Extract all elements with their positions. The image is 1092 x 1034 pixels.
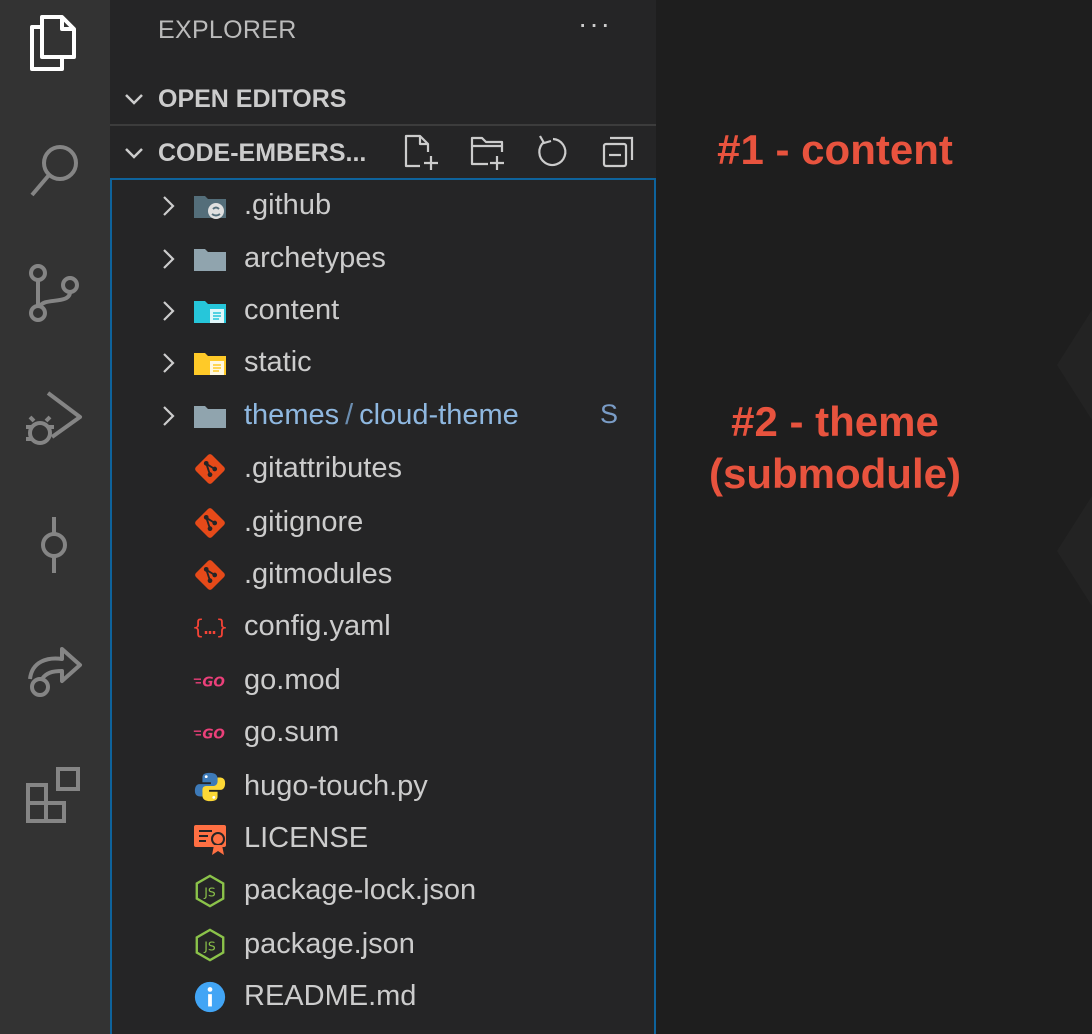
tree-item-label: hugo-touch.py [244, 770, 428, 802]
path-separator: / [345, 399, 354, 431]
collapse-all-icon[interactable] [600, 130, 638, 174]
activity-bar [0, 0, 110, 1034]
tree-item-hugo-touch-py[interactable]: hugo-touch.py [112, 761, 654, 813]
tree-item-config-yaml[interactable]: {…} config.yaml [112, 601, 654, 653]
tree-item-label: go.sum [244, 716, 340, 748]
run-debug-icon[interactable] [19, 384, 89, 454]
tree-item-package-json[interactable]: JS package.json [112, 919, 654, 971]
nodejs-icon: JS [192, 927, 228, 963]
tree-item-gitattributes[interactable]: .gitattributes [112, 443, 654, 495]
tree-item-label: LICENSE [244, 822, 369, 854]
tree-item-label: .gitignore [244, 506, 364, 538]
static-folder-icon [192, 345, 228, 381]
svg-text:GO: GO [202, 674, 225, 690]
open-editors-label: OPEN EDITORS [158, 84, 347, 113]
tree-item-gitmodules[interactable]: .gitmodules [112, 549, 654, 601]
submodule-badge: S [599, 399, 618, 429]
tree-item-label: package.json [244, 928, 415, 960]
new-folder-icon[interactable] [468, 130, 506, 174]
annotation-theme-line2: (submodule) [709, 450, 961, 497]
svg-text:JS: JS [203, 940, 216, 954]
chevron-right-icon [163, 249, 175, 269]
annotation-theme-line1: #2 - theme [731, 398, 939, 445]
annotation-content: #1 - content [717, 126, 953, 173]
license-icon [192, 821, 228, 857]
folder-icon [192, 398, 228, 434]
section-divider [110, 124, 656, 126]
nodejs-icon: JS [192, 873, 228, 909]
chevron-down-icon [110, 86, 158, 112]
tree-item-label: archetypes [244, 242, 386, 274]
svg-text:GO: GO [202, 726, 225, 742]
tree-item-label: go.mod [244, 664, 341, 696]
search-icon[interactable] [19, 134, 89, 204]
more-actions-button[interactable]: ··· [578, 8, 612, 40]
yaml-braces-icon: {…} [192, 609, 228, 645]
open-editors-header[interactable]: OPEN EDITORS [110, 74, 656, 124]
folder-icon [192, 241, 228, 277]
svg-text:JS: JS [203, 886, 216, 900]
path-part-cloud-theme: cloud-theme [359, 399, 519, 431]
tree-item-license[interactable]: LICENSE [112, 813, 654, 865]
go-icon: GO [192, 663, 228, 699]
tree-item-archetypes-folder[interactable]: archetypes [112, 233, 654, 285]
tree-item-label: config.yaml [244, 610, 391, 642]
tree-item-go-mod[interactable]: GO go.mod [112, 655, 654, 707]
python-icon [192, 769, 228, 805]
tree-item-label: .gitmodules [244, 558, 393, 590]
file-tree: .github archetypes content static themes… [110, 178, 656, 1034]
tree-item-github-folder[interactable]: .github [112, 180, 654, 232]
explorer-sidebar: EXPLORER ··· OPEN EDITORS CODE-EMBERS... [110, 0, 656, 1034]
tree-item-label: .gitattributes [244, 452, 402, 484]
tree-item-label: themes / cloud-theme [244, 399, 519, 432]
git-icon [192, 557, 228, 593]
tree-item-content-folder[interactable]: content [112, 285, 654, 337]
tree-item-go-sum[interactable]: GO go.sum [112, 707, 654, 759]
chevron-down-icon [110, 140, 158, 166]
background-chevron-icon [1057, 310, 1092, 420]
tree-item-gitignore[interactable]: .gitignore [112, 497, 654, 549]
folder-label: CODE-EMBERS... [158, 138, 367, 167]
explorer-title: EXPLORER [158, 16, 297, 44]
git-icon [192, 505, 228, 541]
extensions-icon[interactable] [19, 760, 89, 830]
tree-item-static-folder[interactable]: static [112, 337, 654, 389]
chevron-right-icon [163, 196, 175, 216]
chevron-right-icon [163, 353, 175, 373]
svg-text:{…}: {…} [192, 615, 228, 639]
source-control-icon[interactable] [19, 258, 89, 328]
folder-actions [402, 130, 638, 174]
tree-item-label: content [244, 294, 340, 326]
new-file-icon[interactable] [402, 130, 440, 174]
content-folder-icon [192, 293, 228, 329]
tree-item-label: package-lock.json [244, 874, 477, 906]
path-part-themes: themes [244, 399, 340, 431]
tree-item-package-lock-json[interactable]: JS package-lock.json [112, 865, 654, 917]
explorer-files-icon[interactable] [19, 8, 89, 78]
live-share-icon[interactable] [19, 636, 89, 706]
chevron-right-icon [163, 301, 175, 321]
info-icon [192, 979, 228, 1015]
refresh-icon[interactable] [534, 130, 572, 174]
timeline-commit-icon[interactable] [19, 510, 89, 580]
git-icon [192, 451, 228, 487]
go-icon: GO [192, 715, 228, 751]
chevron-right-icon [163, 406, 175, 426]
tree-item-label: README.md [244, 980, 417, 1012]
github-folder-icon [192, 188, 228, 224]
tree-item-readme-md[interactable]: README.md [112, 971, 654, 1023]
tree-item-label: .github [244, 189, 332, 221]
background-chevron-icon [1057, 496, 1092, 606]
tree-item-themes-submodule[interactable]: themes / cloud-theme S [112, 390, 654, 442]
tree-item-label: static [244, 346, 312, 378]
